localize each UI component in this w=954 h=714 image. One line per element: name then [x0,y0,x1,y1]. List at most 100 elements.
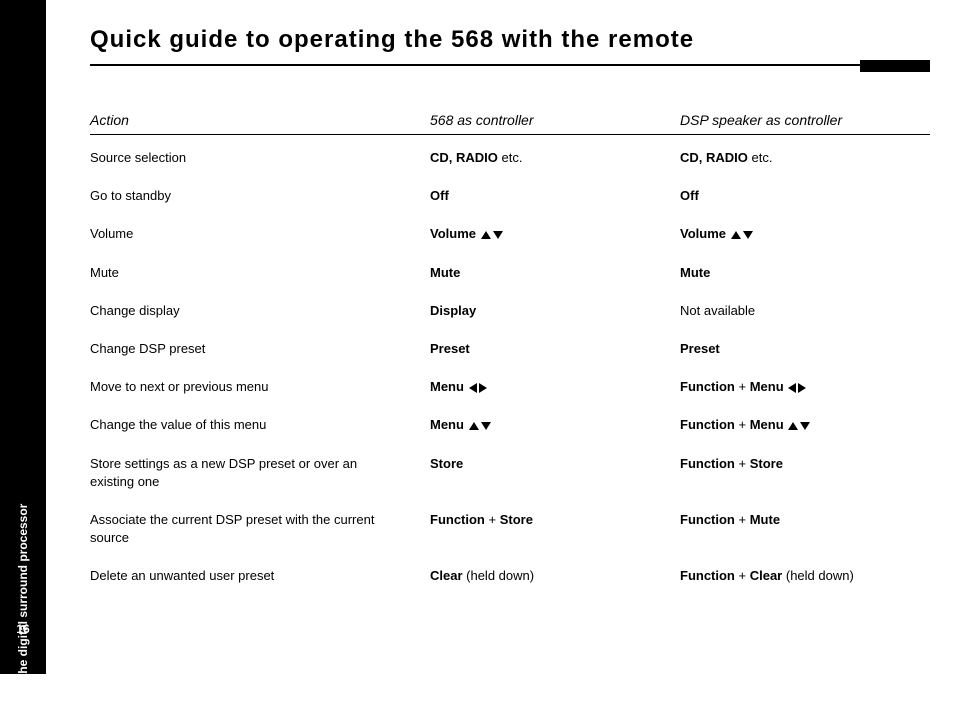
cell-dsp: Function + Store [680,455,930,473]
cell-action: Move to next or previous menu [90,378,390,396]
plain-text: + [735,417,750,432]
triangle-up-icon [731,231,741,239]
bold-text: Clear [430,568,463,583]
cell-dsp: Function + Mute [680,511,930,529]
cell-568: Off [430,187,680,205]
page-title: Quick guide to operating the 568 with th… [90,26,694,60]
plain-text: etc. [748,150,773,165]
cell-dsp: Function + Menu [680,416,930,434]
plain-text: Not available [680,303,755,318]
plain-text: + [735,512,750,527]
cell-568: Mute [430,264,680,282]
col-568: 568 as controller [430,112,680,128]
quick-guide-table: Action 568 as controller DSP speaker as … [90,112,930,599]
table-row: Mute Mute Mute [90,258,930,296]
bold-text: Menu [750,379,788,394]
bold-text: CD, RADIO [430,150,498,165]
bold-text: Function [680,568,735,583]
plain-text: (held down) [782,568,854,583]
plain-text: + [735,568,750,583]
cell-dsp: Preset [680,340,930,358]
table-row: Source selectionCD, RADIO etc.CD, RADIO … [90,143,930,181]
cell-action: Delete an unwanted user preset [90,567,390,585]
content-area: Quick guide to operating the 568 with th… [90,26,930,599]
table-row: Change the value of this menu Menu Functi… [90,410,930,448]
plain-text: etc. [498,150,523,165]
triangle-left-icon [788,383,796,393]
bold-text: Display [430,303,476,318]
bold-text: Mute [430,265,460,280]
title-accent-block [860,60,930,72]
cell-action: Store settings as a new DSP preset or ov… [90,455,390,491]
plain-text: + [485,512,500,527]
triangle-down-icon [493,231,503,239]
cell-action: Volume [90,225,390,243]
cell-action: Change the value of this menu [90,416,390,434]
cell-dsp: Mute [680,264,930,282]
cell-dsp: CD, RADIO etc. [680,149,930,167]
cell-action: Source selection [90,149,390,167]
bold-text: Function [680,512,735,527]
cell-568: Menu [430,416,680,434]
cell-568: Volume [430,225,680,243]
bold-text: Function [680,379,735,394]
plain-text: + [735,379,750,394]
bold-text: Off [680,188,699,203]
triangle-right-icon [479,383,487,393]
spine-section-label: Using the digital surround processor [16,504,30,714]
triangle-up-icon [469,422,479,430]
plain-text: + [735,456,750,471]
bold-text: Mute [680,265,710,280]
page: Using the digital surround processor 16 … [0,0,954,674]
triangle-up-icon [481,231,491,239]
table-row: VolumeVolume Volume [90,219,930,257]
table-row: Move to next or previous menu Menu Functi… [90,372,930,410]
bold-text: Function [680,456,735,471]
bold-text: Store [500,512,533,527]
bold-text: Store [750,456,783,471]
table-header-row: Action 568 as controller DSP speaker as … [90,112,930,135]
table-row: Change DSP preset PresetPreset [90,334,930,372]
table-row: Change display Display Not available [90,296,930,334]
bold-text: Clear [750,568,783,583]
col-action: Action [90,112,430,128]
table-body: Source selectionCD, RADIO etc.CD, RADIO … [90,143,930,599]
cell-action: Mute [90,264,390,282]
bold-text: Preset [680,341,720,356]
bold-text: Function [680,417,735,432]
cell-568: Store [430,455,680,473]
bold-text: Off [430,188,449,203]
cell-dsp: Off [680,187,930,205]
triangle-right-icon [798,383,806,393]
cell-568: Display [430,302,680,320]
bold-text: Menu [750,417,788,432]
table-row: Delete an unwanted user preset Clear (hel… [90,561,930,599]
table-row: Associate the current DSP preset with th… [90,505,930,561]
bold-text: Volume [680,226,730,241]
cell-dsp: Volume [680,225,930,243]
spine-page-number: 16 [0,622,46,636]
cell-action: Go to standby [90,187,390,205]
cell-action: Change display [90,302,390,320]
cell-568: Clear (held down) [430,567,680,585]
bold-text: CD, RADIO [680,150,748,165]
bold-text: Function [430,512,485,527]
bold-text: Store [430,456,463,471]
cell-568: Function + Store [430,511,680,529]
table-row: Go to standby Off Off [90,181,930,219]
bold-text: Menu [430,379,468,394]
triangle-down-icon [800,422,810,430]
title-bar: Quick guide to operating the 568 with th… [90,26,930,60]
cell-568: Preset [430,340,680,358]
triangle-down-icon [743,231,753,239]
cell-dsp: Function + Clear (held down) [680,567,930,585]
table-row: Store settings as a new DSP preset or ov… [90,449,930,505]
cell-568: CD, RADIO etc. [430,149,680,167]
cell-action: Change DSP preset [90,340,390,358]
cell-dsp: Not available [680,302,930,320]
cell-dsp: Function + Menu [680,378,930,396]
col-dsp: DSP speaker as controller [680,112,930,128]
cell-568: Menu [430,378,680,396]
cell-action: Associate the current DSP preset with th… [90,511,390,547]
bold-text: Menu [430,417,468,432]
